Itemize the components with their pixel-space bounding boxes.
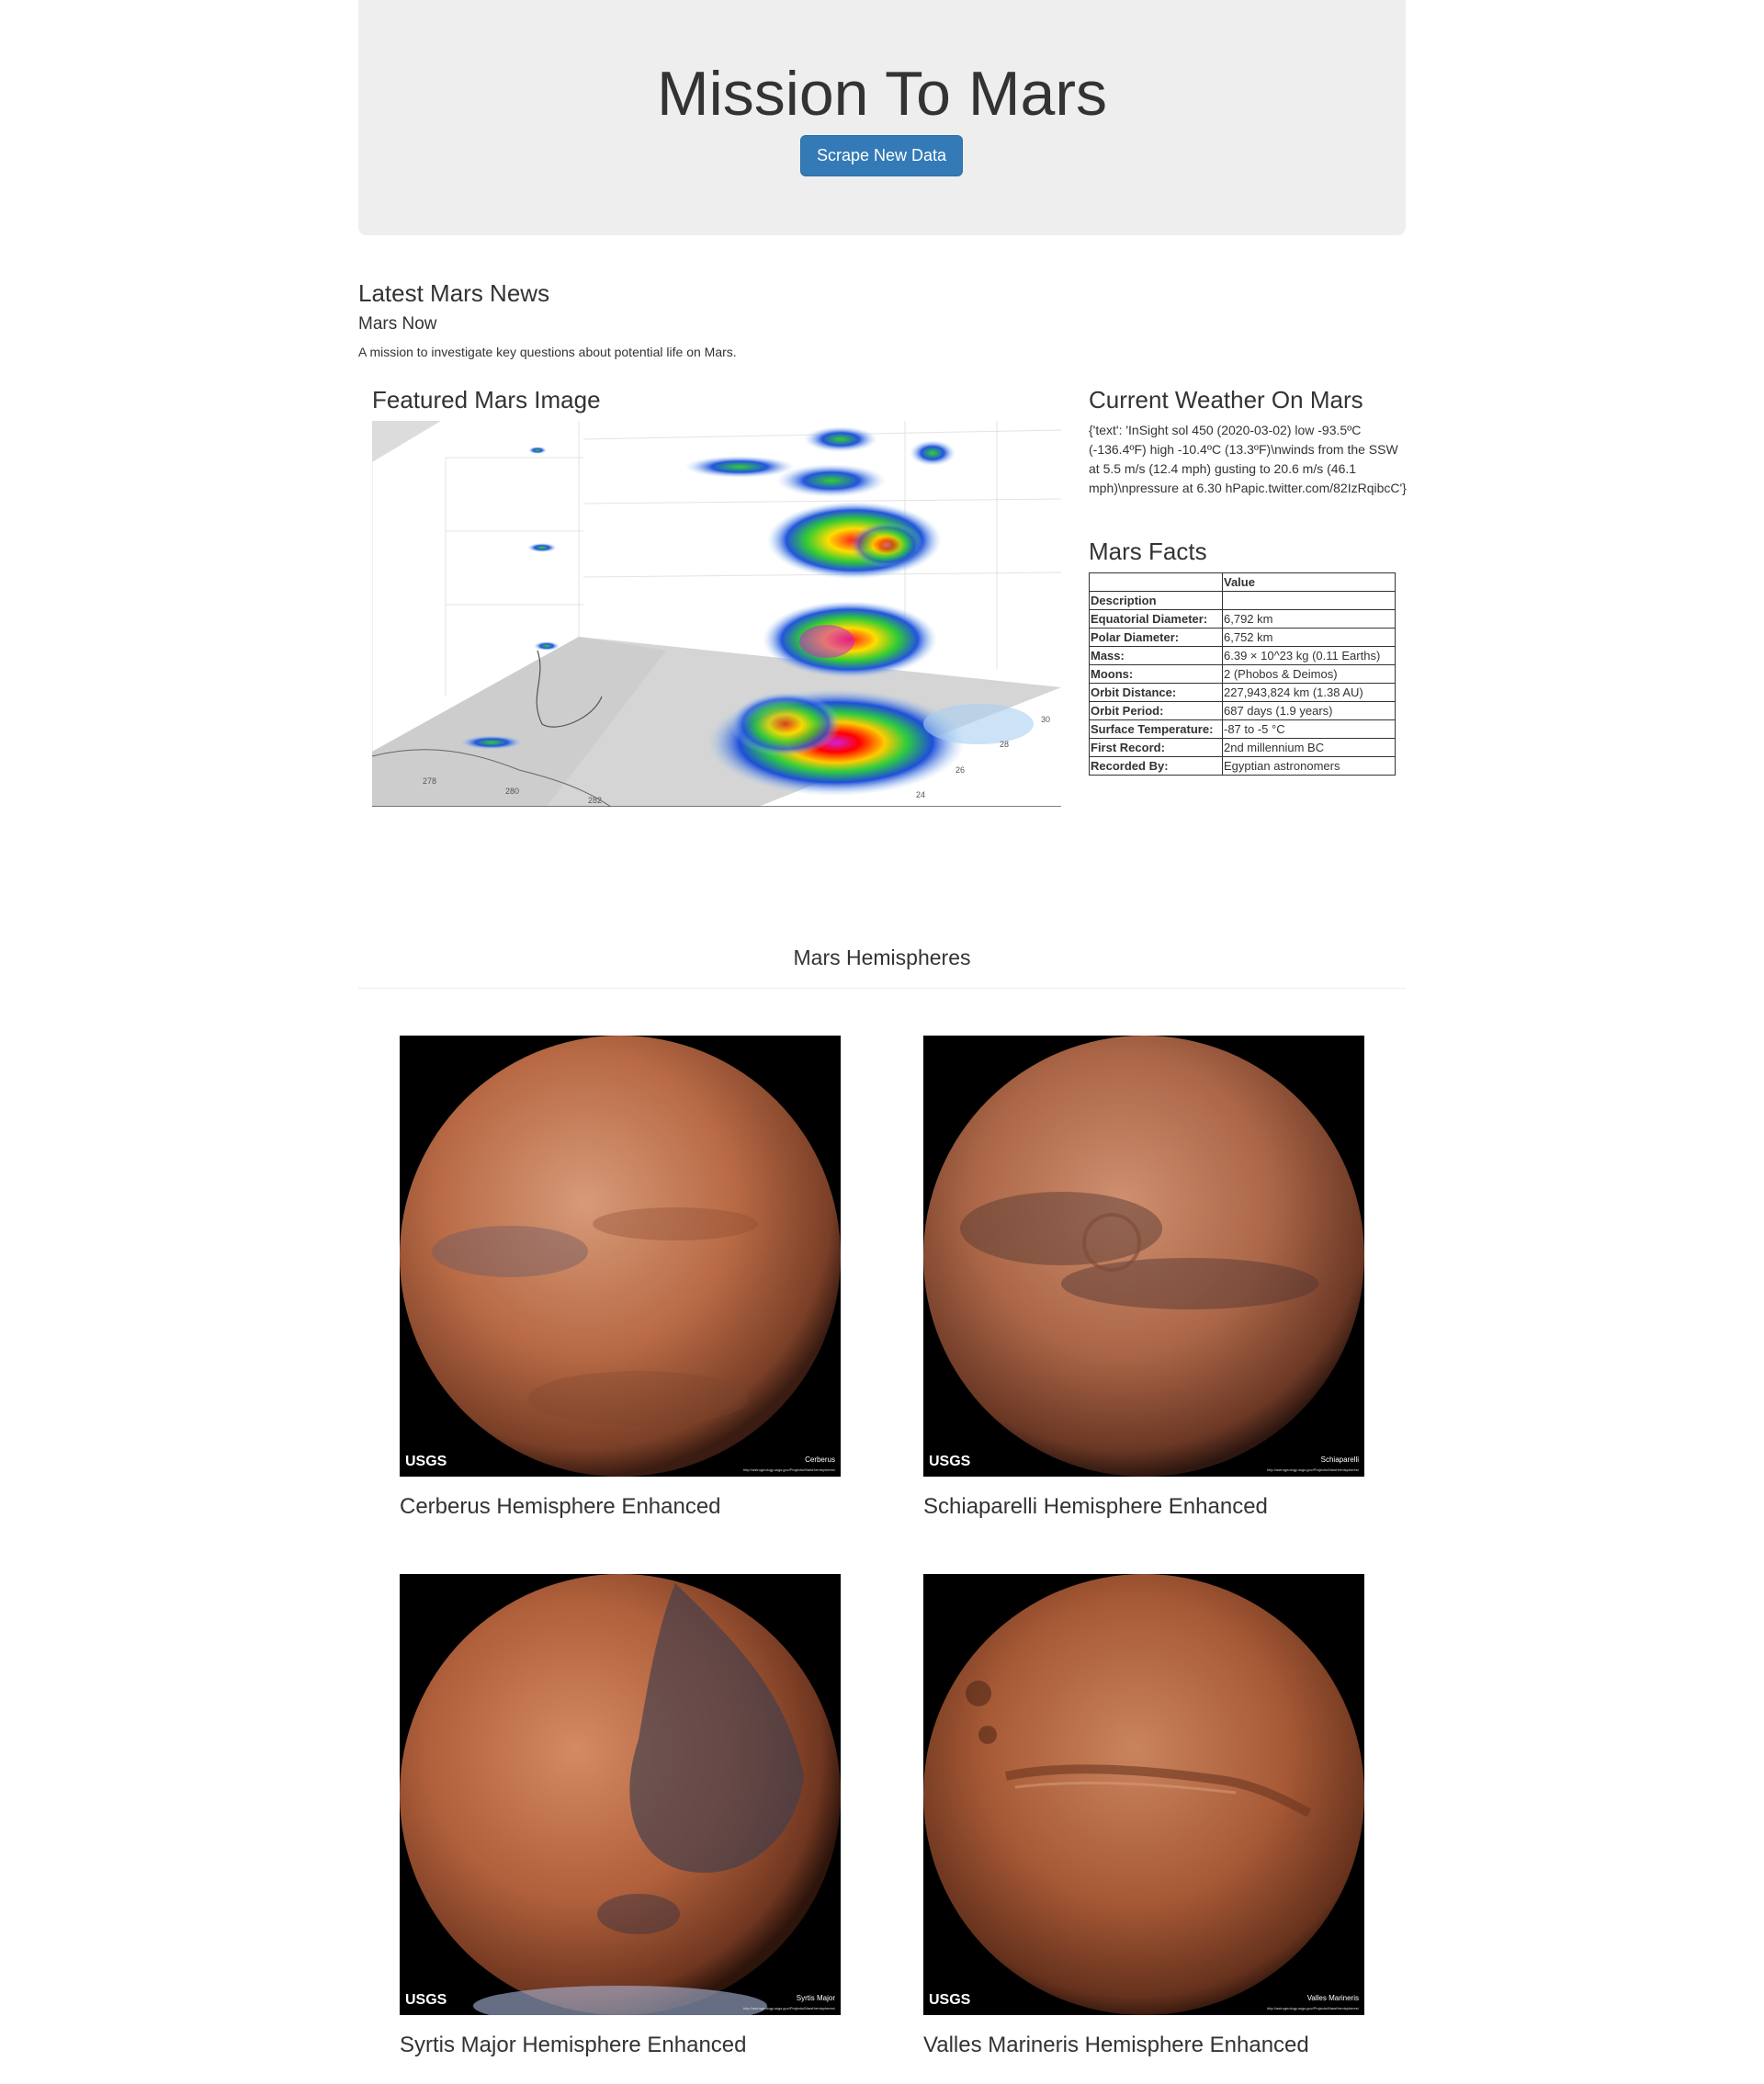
valles-marineris-hemisphere-image: USGS Valles Marineris http://astrogeolog… <box>923 1574 1364 2015</box>
image-caption: Cerberus <box>805 1455 835 1464</box>
table-row: Polar Diameter: 6,752 km <box>1089 628 1396 647</box>
y-tick-30: 30 <box>1041 715 1050 724</box>
fact-value: 6,752 km <box>1222 628 1396 647</box>
table-row: Mass: 6.39 × 10^23 kg (0.11 Earths) <box>1089 646 1396 665</box>
table-row: Orbit Period: 687 days (1.9 years) <box>1089 701 1396 720</box>
usgs-logo: USGS <box>929 1454 971 1469</box>
weather-heading: Current Weather On Mars <box>1089 386 1363 413</box>
hemisphere-title: Cerberus Hemisphere Enhanced <box>400 1494 721 1519</box>
svg-text:USGS: USGS <box>929 1992 971 2008</box>
fact-label: Surface Temperature: <box>1089 719 1223 739</box>
y-tick-24: 24 <box>916 790 925 799</box>
schiaparelli-hemisphere-image: USGS Schiaparelli http://astrogeology.us… <box>923 1036 1364 1477</box>
table-header-row: Value <box>1089 572 1396 592</box>
hemispheres-heading: Mars Hemispheres <box>793 946 971 969</box>
svg-text:USGS: USGS <box>405 1992 447 2008</box>
hemisphere-card-cerberus: USGS Cerberus http://astrogeology.usgs.g… <box>400 1036 841 1521</box>
table-index-row: Description <box>1089 591 1396 610</box>
svg-text:USGS: USGS <box>405 1454 447 1469</box>
mars-facts-table: Value Description Equatorial Diameter: 6,… <box>1089 572 1396 776</box>
table-header-value: Value <box>1222 572 1396 592</box>
page-container: Mission To Mars Scrape New Data Latest M… <box>358 0 1407 2084</box>
hemisphere-title: Valles Marineris Hemisphere Enhanced <box>923 2033 1309 2057</box>
header-jumbotron: Mission To Mars Scrape New Data <box>358 0 1406 235</box>
usgs-logo: USGS <box>405 1454 447 1469</box>
fact-value: 6.39 × 10^23 kg (0.11 Earths) <box>1222 646 1396 665</box>
weather-tweet-text: {'text': 'InSight sol 450 (2020-03-02) l… <box>1089 423 1407 495</box>
cerberus-hemisphere-image: USGS Cerberus http://astrogeology.usgs.g… <box>400 1036 841 1477</box>
news-heading: Latest Mars News <box>358 279 550 307</box>
site-title: Mission To Mars <box>657 59 1107 129</box>
hemisphere-card-schiaparelli: USGS Schiaparelli http://astrogeology.us… <box>923 1036 1364 1521</box>
fact-value: Egyptian astronomers <box>1222 756 1396 776</box>
fact-label: Equatorial Diameter: <box>1089 609 1223 629</box>
fact-value: 2nd millennium BC <box>1222 738 1396 757</box>
table-index-label: Description <box>1089 591 1223 610</box>
hemisphere-card-syrtis-major: USGS Syrtis Major http://astrogeology.us… <box>400 1574 841 2059</box>
fact-label: Orbit Period: <box>1089 701 1223 720</box>
fact-value: 227,943,824 km (1.38 AU) <box>1222 683 1396 702</box>
fact-label: Orbit Distance: <box>1089 683 1223 702</box>
image-credit: http://astrogeology.usgs.gov/Projects/Ma… <box>1267 2006 1360 2010</box>
usgs-logo: USGS <box>929 1992 971 2008</box>
fact-value: 6,792 km <box>1222 609 1396 629</box>
y-tick-26: 26 <box>956 765 965 775</box>
image-caption: Syrtis Major <box>797 1994 836 2002</box>
image-credit: http://astrogeology.usgs.gov/Projects/Ma… <box>743 2006 836 2010</box>
image-caption: Schiaparelli <box>1321 1455 1360 1464</box>
table-row: Equatorial Diameter: 6,792 km <box>1089 609 1396 629</box>
image-credit: http://astrogeology.usgs.gov/Projects/Ma… <box>1267 1467 1360 1472</box>
x-tick-282: 282 <box>588 796 602 805</box>
table-row: Recorded By: Egyptian astronomers <box>1089 756 1396 776</box>
table-row: Surface Temperature: -87 to -5 °C <box>1089 719 1396 739</box>
fact-value: 687 days (1.9 years) <box>1222 701 1396 720</box>
table-row: Orbit Distance: 227,943,824 km (1.38 AU) <box>1089 683 1396 702</box>
image-credit: http://astrogeology.usgs.gov/Projects/Ma… <box>743 1467 836 1472</box>
scrape-new-data-button[interactable]: Scrape New Data <box>800 135 963 176</box>
table-row: First Record: 2nd millennium BC <box>1089 738 1396 757</box>
fact-label: First Record: <box>1089 738 1223 757</box>
x-tick-280: 280 <box>505 787 519 796</box>
fact-value: 2 (Phobos & Deimos) <box>1222 664 1396 684</box>
fact-label: Recorded By: <box>1089 756 1223 776</box>
svg-text:USGS: USGS <box>929 1454 971 1469</box>
hemisphere-title: Syrtis Major Hemisphere Enhanced <box>400 2033 747 2057</box>
hemisphere-card-valles-marineris: USGS Valles Marineris http://astrogeolog… <box>923 1574 1364 2059</box>
facts-heading: Mars Facts <box>1089 538 1207 565</box>
fact-label: Polar Diameter: <box>1089 628 1223 647</box>
news-teaser: A mission to investigate key questions a… <box>358 345 737 359</box>
syrtis-major-hemisphere-image: USGS Syrtis Major http://astrogeology.us… <box>400 1574 841 2015</box>
x-tick-278: 278 <box>423 776 436 786</box>
hemisphere-title: Schiaparelli Hemisphere Enhanced <box>923 1494 1268 1519</box>
fact-value: -87 to -5 °C <box>1222 719 1396 739</box>
image-caption: Valles Marineris <box>1307 1994 1359 2002</box>
featured-image-heading: Featured Mars Image <box>372 386 601 413</box>
fact-label: Mass: <box>1089 646 1223 665</box>
news-title: Mars Now <box>358 314 437 334</box>
y-tick-28: 28 <box>1000 740 1009 749</box>
table-row: Moons: 2 (Phobos & Deimos) <box>1089 664 1396 684</box>
hemispheres-divider <box>358 988 1406 989</box>
featured-mars-image: 278 280 282 284 24 26 28 30 <box>372 421 1061 807</box>
fact-label: Moons: <box>1089 664 1223 684</box>
usgs-logo: USGS <box>405 1992 447 2008</box>
table-index-blank <box>1222 591 1396 610</box>
table-header-blank <box>1089 572 1223 592</box>
